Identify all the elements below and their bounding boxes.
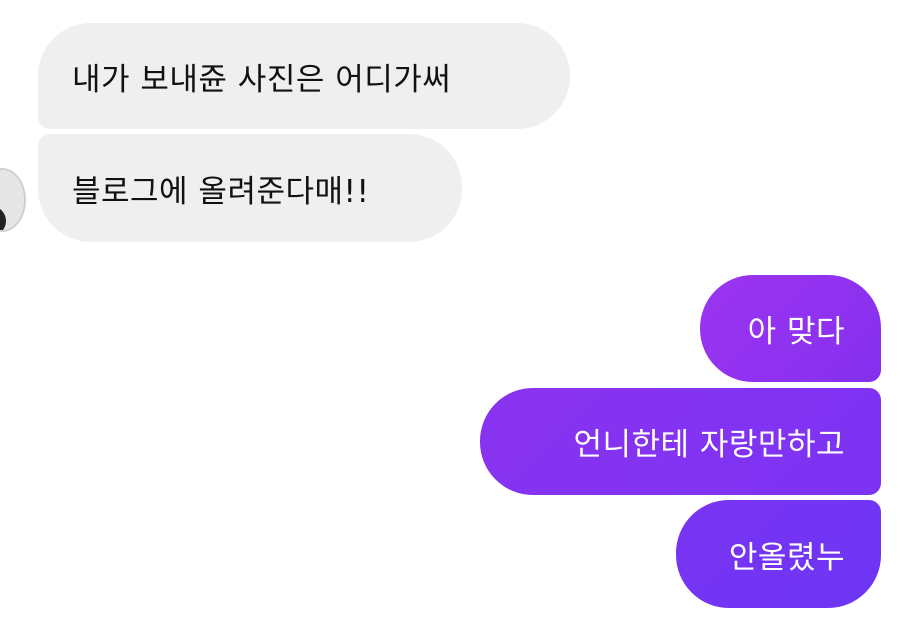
message-text: 언니한테 자랑만하고	[573, 427, 845, 463]
message-text: 블로그에 올려준다매!!	[72, 173, 370, 210]
message-text: 안올렸누	[728, 539, 845, 576]
outgoing-message-bubble[interactable]: 아 맞다	[700, 275, 881, 382]
incoming-message-bubble[interactable]: 내가 보내쥰 사진은 어디가써	[38, 23, 570, 129]
outgoing-message-bubble[interactable]: 언니한테 자랑만하고	[480, 388, 881, 495]
outgoing-message-bubble[interactable]: 안올렸누	[676, 500, 881, 608]
incoming-message-bubble[interactable]: 블로그에 올려준다매!!	[38, 134, 462, 242]
message-text: 아 맞다	[747, 314, 845, 350]
message-text: 내가 보내쥰 사진은 어디가써	[72, 61, 452, 98]
avatar-photo	[0, 206, 6, 230]
sender-avatar[interactable]	[0, 168, 26, 232]
